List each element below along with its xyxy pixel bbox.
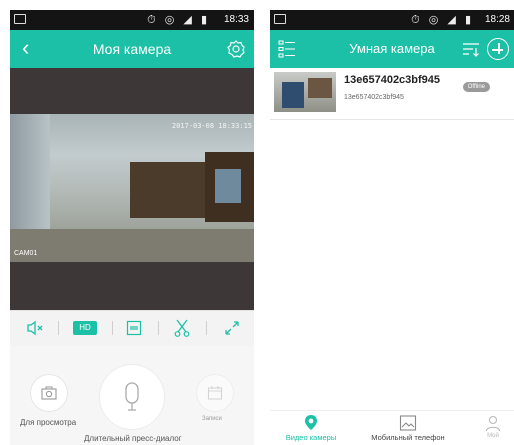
tab-label: Мой [487, 433, 499, 439]
status-icons: ⏱ ◎ ◢ ▮ [411, 14, 474, 26]
record-icon[interactable] [122, 317, 146, 339]
expand-icon[interactable] [220, 317, 244, 339]
status-time: 18:33 [223, 14, 249, 25]
camera-settings-icon[interactable] [226, 39, 246, 59]
hd-label: HD [73, 321, 97, 335]
page-title: Моя камера [92, 41, 172, 57]
app-bar: Умная камера [270, 30, 514, 68]
microphone-icon [125, 382, 139, 411]
snapshot-button[interactable] [30, 374, 68, 412]
hd-toggle[interactable]: HD [70, 317, 100, 339]
sort-icon[interactable] [462, 40, 480, 58]
camera-list-item[interactable]: 13e657402c3bf945 13e657402c3bf945 Offlin… [270, 68, 514, 120]
speaker-mute-icon[interactable] [24, 317, 46, 339]
scissors-icon[interactable] [170, 317, 194, 339]
user-icon [485, 415, 501, 432]
video-controls: HD [10, 310, 254, 346]
add-circle-icon[interactable] [487, 38, 509, 60]
talk-label: Длительный пресс-диалог [84, 434, 182, 443]
status-badge: Offline [462, 82, 490, 92]
action-panel: Для просмотра Длительный пресс-диалог За… [10, 346, 254, 445]
location-pin-icon [305, 415, 317, 430]
tab-label: Мобильный телефон [371, 433, 445, 442]
status-icons: ⏱ ◎ ◢ ▮ [147, 14, 210, 26]
bottom-nav: Видео камеры Мобильный телефон Мой [270, 410, 514, 445]
tab-profile[interactable]: Мой [476, 411, 510, 445]
sim-icon [274, 14, 286, 24]
snapshot-label: Для просмотра [20, 418, 77, 427]
camera-label: CAM01 [14, 250, 38, 257]
camera-thumbnail [274, 72, 336, 112]
sim-icon [14, 14, 26, 24]
status-time: 18:28 [484, 14, 510, 25]
app-bar: ‹ Моя камера [10, 30, 254, 68]
playback-label: Записи [202, 416, 222, 422]
calendar-icon [207, 386, 223, 400]
camera-view-screen: ⏱ ◎ ◢ ▮ 18:33 ‹ Моя камера 2017-03-08 18… [10, 10, 254, 445]
camera-uid: 13e657402c3bf945 [344, 94, 404, 101]
video-timestamp: 2017-03-08 18:33:15 [171, 122, 252, 130]
status-bar: ⏱ ◎ ◢ ▮ 18:33 [10, 10, 254, 30]
playback-button[interactable] [196, 374, 234, 412]
tab-mobile-phone[interactable]: Мобильный телефон [366, 411, 450, 445]
status-bar: ⏱ ◎ ◢ ▮ 18:28 [270, 10, 514, 30]
talk-button[interactable] [99, 364, 165, 430]
tab-video-cameras[interactable]: Видео камеры [276, 411, 346, 445]
live-video[interactable]: 2017-03-08 18:33:15 CAM01 [10, 114, 254, 262]
image-icon [399, 415, 417, 431]
camera-icon [41, 386, 57, 400]
tab-label: Видео камеры [285, 433, 337, 442]
camera-name: 13e657402c3bf945 [344, 74, 441, 86]
camera-list-screen: ⏱ ◎ ◢ ▮ 18:28 Умная камера 13e657402c3bf… [270, 10, 514, 445]
